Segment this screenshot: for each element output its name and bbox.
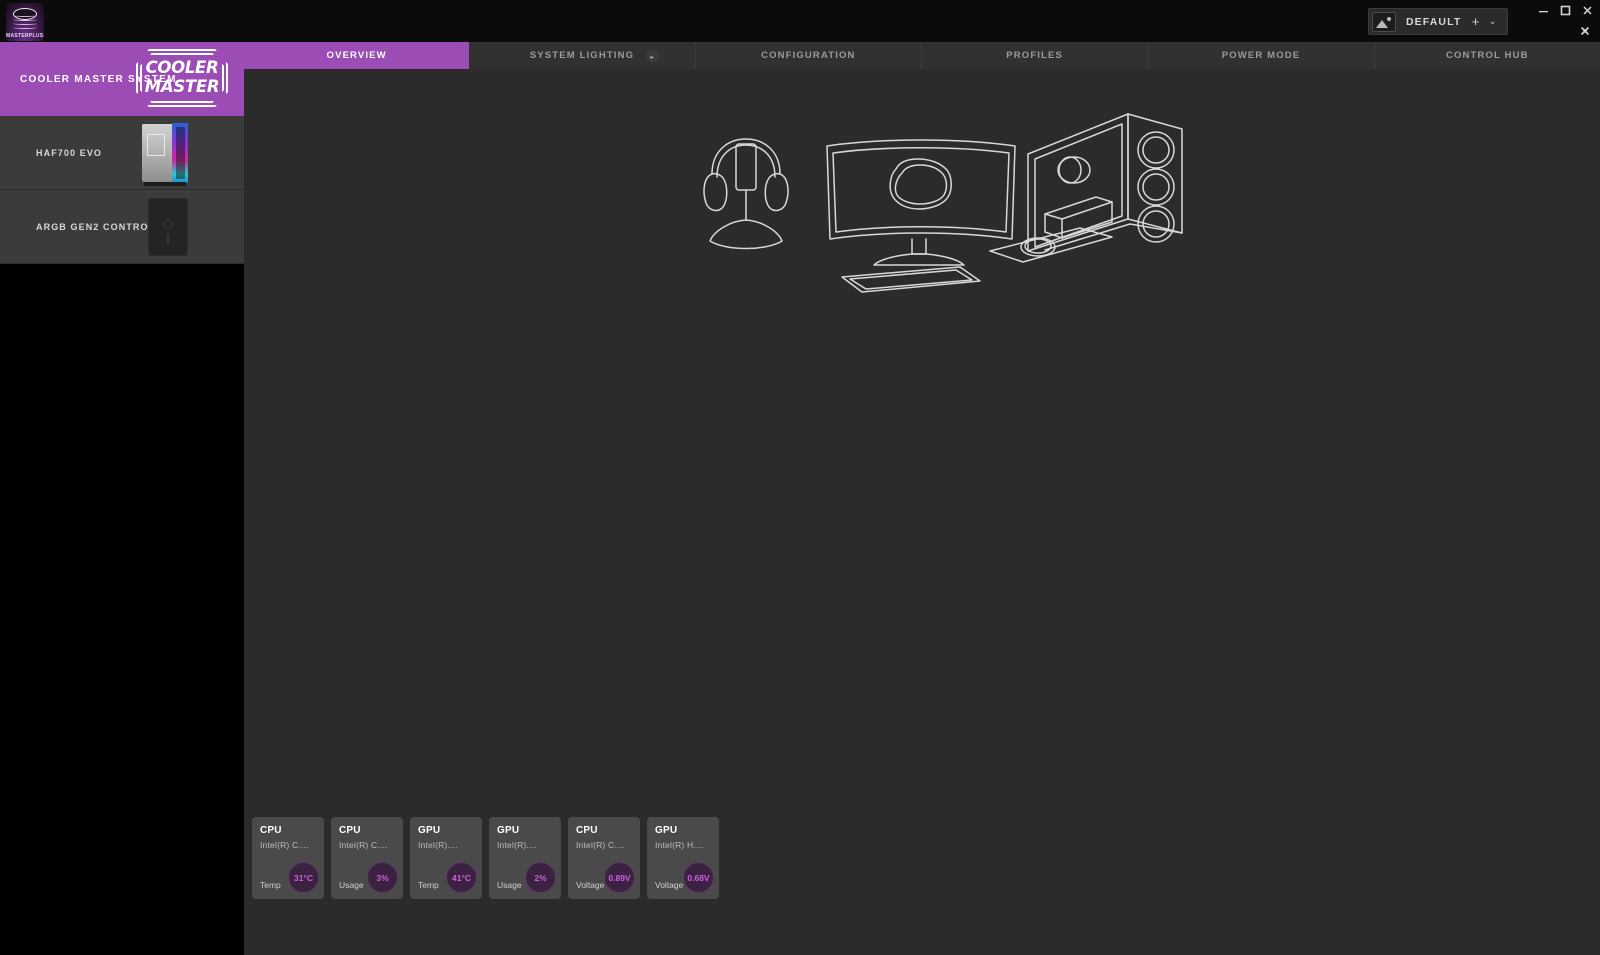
card-device: Intel(R) C....: [339, 840, 388, 850]
tab-label: PROFILES: [1006, 50, 1063, 61]
tab-profiles[interactable]: PROFILES: [922, 42, 1149, 69]
card-title: CPU: [339, 825, 361, 836]
card-value: 0.68V: [683, 862, 714, 893]
monitor-card[interactable]: GPU Intel(R).... Usage 2%: [489, 817, 561, 899]
pc-case-thumbnail: [140, 122, 190, 186]
tab-label: POWER MODE: [1221, 50, 1301, 61]
card-metric-label: Usage: [339, 880, 364, 890]
tab-configuration[interactable]: CONFIGURATION: [696, 42, 922, 69]
card-title: CPU: [576, 825, 598, 836]
card-value: 0.89V: [604, 862, 635, 893]
cm-logo-line-1: COOLER: [145, 58, 219, 77]
profile-name-label: DEFAULT: [1406, 15, 1462, 28]
title-bar: MASTERPLUS+ DEFAULT + ⌄: [0, 0, 1600, 42]
sidebar-item-haf700-evo[interactable]: HAF700 EVO: [0, 116, 244, 190]
chevron-down-icon[interactable]: ⌄: [645, 49, 659, 62]
card-metric-label: Voltage: [655, 880, 684, 890]
card-device: Intel(R) C....: [576, 840, 625, 850]
monitor-card[interactable]: GPU Intel(R).... Temp 41°C: [410, 817, 482, 899]
card-title: GPU: [418, 825, 441, 836]
card-device: Intel(R) C....: [260, 840, 309, 850]
card-value: 31°C: [288, 862, 319, 893]
profile-chevron-down-icon[interactable]: ⌄: [1484, 17, 1501, 26]
sidebar-item-label: HAF700 EVO: [36, 147, 103, 158]
card-value: 41°C: [446, 862, 477, 893]
card-value: 3%: [367, 862, 398, 893]
close-icon[interactable]: [1581, 4, 1594, 17]
minimize-icon[interactable]: [1537, 4, 1550, 17]
card-title: GPU: [655, 825, 678, 836]
cm-logo-line-2: MASTER: [144, 77, 220, 96]
tab-label: CONFIGURATION: [761, 50, 856, 61]
cooler-master-logo-icon: COOLER MASTER: [136, 49, 228, 107]
monitor-card[interactable]: GPU Intel(R) H.... Voltage 0.68V: [647, 817, 719, 899]
tab-label: SYSTEM LIGHTING: [529, 50, 635, 61]
monitor-card[interactable]: CPU Intel(R) C.... Voltage 0.89V: [568, 817, 640, 899]
main-tab-bar: OVERVIEW SYSTEM LIGHTING ⌄ CONFIGURATION…: [244, 42, 1600, 69]
card-title: CPU: [260, 825, 282, 836]
tab-label: OVERVIEW: [326, 50, 387, 61]
app-logo-wordmark: MASTERPLUS+: [6, 33, 44, 39]
main-content: CPU Intel(R) C.... Temp 31°C CPU Intel(R…: [244, 69, 1600, 955]
card-metric-label: Temp: [260, 880, 281, 890]
card-metric-label: Usage: [497, 880, 522, 890]
profile-image-icon[interactable]: [1372, 11, 1396, 32]
card-metric-label: Voltage: [576, 880, 605, 890]
card-title: GPU: [497, 825, 520, 836]
logo-rings: [13, 13, 37, 30]
monitoring-cards: CPU Intel(R) C.... Temp 31°C CPU Intel(R…: [252, 817, 719, 899]
window-controls: [1537, 4, 1594, 17]
masterplus-logo-icon[interactable]: MASTERPLUS+: [6, 3, 44, 41]
gaming-setup-line-art: [703, 113, 1183, 293]
tab-system-lighting[interactable]: SYSTEM LIGHTING ⌄: [469, 42, 696, 69]
monitor-card[interactable]: CPU Intel(R) C.... Usage 3%: [331, 817, 403, 899]
argb-controller-thumbnail: [148, 198, 188, 256]
pin-icon[interactable]: [1578, 24, 1592, 38]
card-device: Intel(R)....: [418, 840, 458, 850]
monitor-card[interactable]: CPU Intel(R) C.... Temp 31°C: [252, 817, 324, 899]
sidebar: COOLER MASTER SYSTEM COOLER MASTER HAF70…: [0, 42, 244, 955]
hero-illustration-area: [244, 69, 1600, 709]
tab-overview[interactable]: OVERVIEW: [244, 42, 470, 69]
card-device: Intel(R)....: [497, 840, 537, 850]
card-device: Intel(R) H....: [655, 840, 704, 850]
sidebar-item-argb-gen2-controller[interactable]: ARGB GEN2 CONTROLLER: [0, 190, 244, 264]
tab-label: CONTROL HUB: [1445, 50, 1529, 61]
add-profile-button[interactable]: +: [1467, 15, 1484, 28]
tab-power-mode[interactable]: POWER MODE: [1148, 42, 1375, 69]
maximize-icon[interactable]: [1559, 4, 1572, 17]
tab-control-hub[interactable]: CONTROL HUB: [1375, 42, 1600, 69]
sidebar-header-cooler-master-system[interactable]: COOLER MASTER SYSTEM COOLER MASTER: [0, 42, 244, 116]
profile-selector[interactable]: DEFAULT + ⌄: [1368, 8, 1508, 35]
card-metric-label: Temp: [418, 880, 439, 890]
card-value: 2%: [525, 862, 556, 893]
